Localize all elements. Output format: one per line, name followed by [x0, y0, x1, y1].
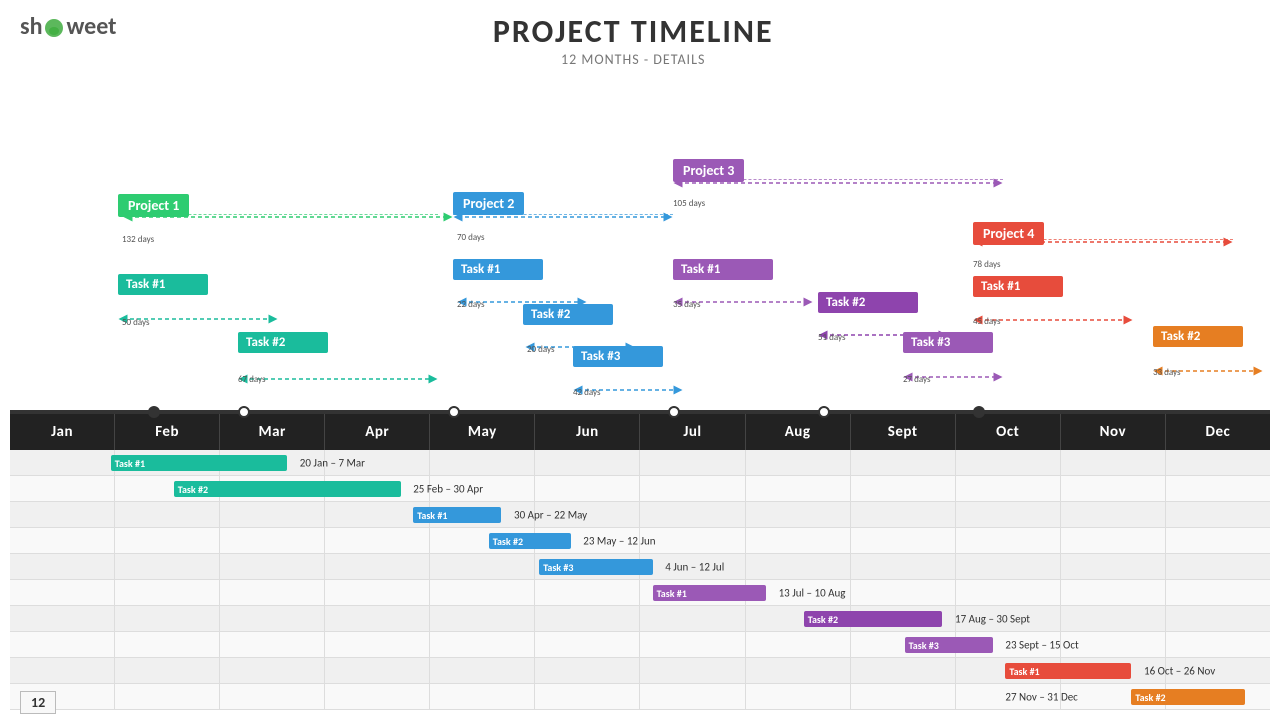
cal-row-4: Task #2 23 May – 12 Jun: [10, 528, 1270, 554]
col-dividers-3: [10, 502, 1270, 527]
p4-task1-days: 45 days: [973, 316, 1001, 327]
cal-row-9: Task #1 16 Oct – 26 Nov: [10, 658, 1270, 684]
cal-bar-p4t2: Task #2: [1131, 689, 1244, 705]
page-title: Project Timeline: [116, 12, 1150, 51]
month-jan: Jan: [10, 414, 115, 450]
page-header: sh weet Project Timeline 12 Months - Det…: [0, 0, 1280, 74]
cal-row-7: Task #2 17 Aug – 30 Sept: [10, 606, 1270, 632]
p4-box: Project 4: [973, 222, 1044, 245]
cal-row-3: Task #1 30 Apr – 22 May: [10, 502, 1270, 528]
cal-bar-p3t2: Task #2: [804, 611, 943, 627]
month-dec: Dec: [1166, 414, 1270, 450]
p3-task3-days: 27 days: [903, 374, 931, 385]
p2-days: 70 days: [457, 232, 485, 243]
p3-task3-box: Task #3: [903, 332, 993, 353]
logo-text-weet: weet: [66, 12, 116, 41]
month-jul: Jul: [640, 414, 745, 450]
title-block: Project Timeline 12 Months - Details: [116, 12, 1150, 68]
p3-task1-days: 35 days: [673, 299, 701, 310]
cal-label-p2t1: 30 Apr – 22 May: [514, 508, 587, 521]
timeline-line: [10, 410, 1270, 412]
page-number: 12: [20, 691, 56, 714]
milestone-2: [448, 406, 460, 418]
cal-bar-p2t3: Task #3: [539, 559, 652, 575]
col-dividers-6: [10, 580, 1270, 605]
cal-bar-p4t1: Task #1: [1005, 663, 1131, 679]
p4-task1-box: Task #1: [973, 276, 1063, 297]
col-dividers-10: [10, 684, 1270, 709]
p2-task1-days: 22 days: [457, 299, 485, 310]
month-jun: Jun: [535, 414, 640, 450]
month-may: May: [430, 414, 535, 450]
cal-bar-p1t2: Task #2: [174, 481, 401, 497]
month-apr: Apr: [325, 414, 430, 450]
cal-label-p1t2: 25 Feb – 30 Apr: [413, 482, 483, 495]
col-dividers-8: [10, 632, 1270, 657]
cal-row-1: Task #1 20 Jan – 7 Mar: [10, 450, 1270, 476]
milestone-1: [238, 406, 250, 418]
cal-label-p3t3: 23 Sept – 15 Oct: [1005, 638, 1078, 651]
cal-label-p1t1: 20 Jan – 7 Mar: [300, 456, 365, 469]
p4-days: 78 days: [973, 259, 1001, 270]
page-subtitle: 12 Months - Details: [116, 51, 1150, 68]
milestone-3: [668, 406, 680, 418]
p3-days: 105 days: [673, 198, 705, 209]
month-aug: Aug: [746, 414, 851, 450]
cal-bar-p3t3: Task #3: [905, 637, 993, 653]
cal-label-p4t2-pre: 27 Nov – 31 Dec: [1005, 690, 1077, 703]
p3-task2-days: 51 days: [818, 332, 846, 343]
milestone-4: [818, 406, 830, 418]
cal-label-p3t1: 13 Jul – 10 Aug: [779, 586, 846, 599]
p1-task2-arrow: [238, 372, 438, 386]
p3-task2-box: Task #2: [818, 292, 918, 313]
logo-text-sh: sh: [20, 12, 42, 41]
month-feb: Feb: [115, 414, 220, 450]
p1-task2-days: 67 days: [238, 374, 266, 385]
logo-leaf-icon: [43, 17, 65, 39]
p1-days: 132 days: [122, 234, 154, 245]
month-oct: Oct: [956, 414, 1061, 450]
p2-task2-days: 20 days: [527, 344, 555, 355]
cal-row-8: Task #3 23 Sept – 15 Oct: [10, 632, 1270, 658]
cal-row-5: Task #3 4 Jun – 12 Jul: [10, 554, 1270, 580]
p1-task2-box: Task #2: [238, 332, 328, 353]
logo: sh weet: [20, 12, 116, 41]
month-nov: Nov: [1061, 414, 1166, 450]
p4-task2-days: 33 days: [1153, 367, 1181, 378]
cal-row-2: Task #2 25 Feb – 30 Apr: [10, 476, 1270, 502]
p1-box: Project 1: [118, 194, 189, 217]
cal-label-p2t2: 23 May – 12 Jun: [583, 534, 655, 547]
milestone-5: [973, 406, 985, 418]
gantt-chart: Project 1 132 days Task #1 50 days Task …: [10, 74, 1270, 414]
p2-task3-box: Task #3: [573, 346, 663, 367]
p2-box: Project 2: [453, 192, 524, 215]
p3-task1-box: Task #1: [673, 259, 773, 280]
milestone-start: [148, 406, 160, 418]
p4-task2-box: Task #2: [1153, 326, 1243, 347]
cal-bar-p2t2: Task #2: [489, 533, 571, 549]
month-mar: Mar: [220, 414, 325, 450]
p1-task1-days: 50 days: [122, 317, 150, 328]
p1-task1-box: Task #1: [118, 274, 208, 295]
cal-row-10: 27 Nov – 31 Dec Task #2: [10, 684, 1270, 710]
p2-task3-days: 42 days: [573, 387, 601, 398]
cal-bar-p3t1: Task #1: [653, 585, 766, 601]
p3-box: Project 3: [673, 159, 744, 182]
cal-bar-p2t1: Task #1: [413, 507, 501, 523]
cal-row-6: Task #1 13 Jul – 10 Aug: [10, 580, 1270, 606]
month-header: Jan Feb Mar Apr May Jun Jul Aug Sept Oct…: [10, 414, 1270, 450]
month-sept: Sept: [851, 414, 956, 450]
p2-task2-box: Task #2: [523, 304, 613, 325]
cal-label-p3t2: 17 Aug – 30 Sept: [955, 612, 1030, 625]
col-dividers-7: [10, 606, 1270, 631]
cal-label-p4t1: 16 Oct – 26 Nov: [1144, 664, 1215, 677]
cal-label-p2t3: 4 Jun – 12 Jul: [665, 560, 724, 573]
p2-task1-box: Task #1: [453, 259, 543, 280]
calendar-body: Task #1 20 Jan – 7 Mar Task #2 25 Feb – …: [10, 450, 1270, 710]
cal-bar-p1t1: Task #1: [111, 455, 287, 471]
